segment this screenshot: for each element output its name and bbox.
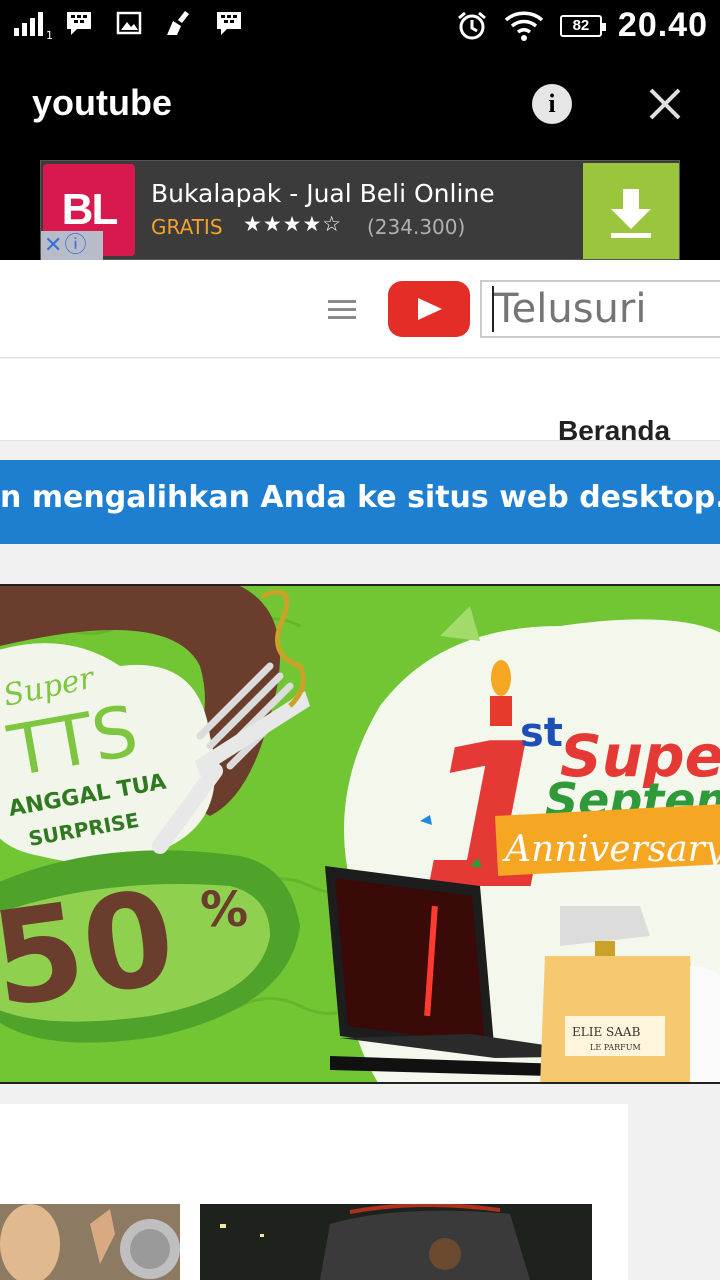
rating-stars: ★★★★☆ xyxy=(243,212,343,236)
promo-artwork: Super TTS ANGGAL TUA SURPRISE 50 % 1 st … xyxy=(0,586,720,1082)
ad-banner[interactable]: BL Bukalapak - Jual Beli Online GRATIS ★… xyxy=(40,160,680,261)
desktop-redirect-notice[interactable]: n mengalihkan Anda ke situs web desktop.… xyxy=(0,460,720,544)
promo-banner[interactable]: Super TTS ANGGAL TUA SURPRISE 50 % 1 st … xyxy=(0,584,720,1084)
alarm-icon xyxy=(457,11,486,39)
ad-app-name[interactable]: Bukalapak - Jual Beli Online xyxy=(151,179,495,208)
notice-text: n mengalihkan Anda ke situs web desktop.… xyxy=(0,480,720,515)
ad-close-icon[interactable]: ✕ xyxy=(44,235,62,257)
search-input[interactable] xyxy=(480,280,720,338)
video-feed xyxy=(0,1104,628,1280)
gallery-icon xyxy=(116,11,142,35)
promo-st: st xyxy=(520,710,563,756)
perfume-sub: LE PARFUM xyxy=(590,1043,641,1052)
youtube-header xyxy=(0,260,720,358)
video-thumbnail[interactable] xyxy=(200,1204,592,1280)
close-icon[interactable] xyxy=(646,82,684,126)
rating-count: (234.300) xyxy=(367,215,466,239)
clock: 20.40 xyxy=(617,6,708,44)
text-cursor xyxy=(492,286,494,332)
promo-percent: % xyxy=(200,882,248,938)
perfume-brand: ELIE SAAB xyxy=(572,1025,641,1039)
info-icon: i xyxy=(548,89,556,118)
battery-icon: 82 xyxy=(559,14,606,37)
info-button[interactable]: i xyxy=(532,84,572,124)
signal-icon: 1 xyxy=(14,10,53,42)
promo-anniversary: Anniversary xyxy=(502,829,720,870)
youtube-nav: Beranda xyxy=(0,359,720,441)
thumbnail-image xyxy=(200,1204,592,1280)
download-icon xyxy=(611,189,651,238)
status-bar: 1 82 20.40 xyxy=(0,0,720,52)
ad-price: GRATIS xyxy=(151,215,223,239)
video-thumbnail[interactable] xyxy=(0,1204,180,1280)
ad-choices-badge[interactable]: ✕ ⓘ xyxy=(41,231,103,261)
promo-discount: 50 xyxy=(0,861,183,1037)
ad-info-icon[interactable]: ⓘ xyxy=(64,235,86,257)
page-title: youtube xyxy=(32,82,172,123)
wifi-icon xyxy=(504,11,544,41)
bbm-icon xyxy=(67,12,91,35)
play-icon xyxy=(418,298,442,320)
cleaner-icon xyxy=(167,11,189,35)
tab-home[interactable]: Beranda xyxy=(558,415,670,440)
thumbnail-image xyxy=(0,1204,180,1280)
youtube-logo[interactable] xyxy=(388,281,470,337)
sim-slot-label: 1 xyxy=(46,29,53,42)
download-button[interactable] xyxy=(583,163,679,259)
menu-icon[interactable] xyxy=(328,300,356,320)
bbm-icon xyxy=(217,12,241,35)
battery-level: 82 xyxy=(572,17,590,34)
